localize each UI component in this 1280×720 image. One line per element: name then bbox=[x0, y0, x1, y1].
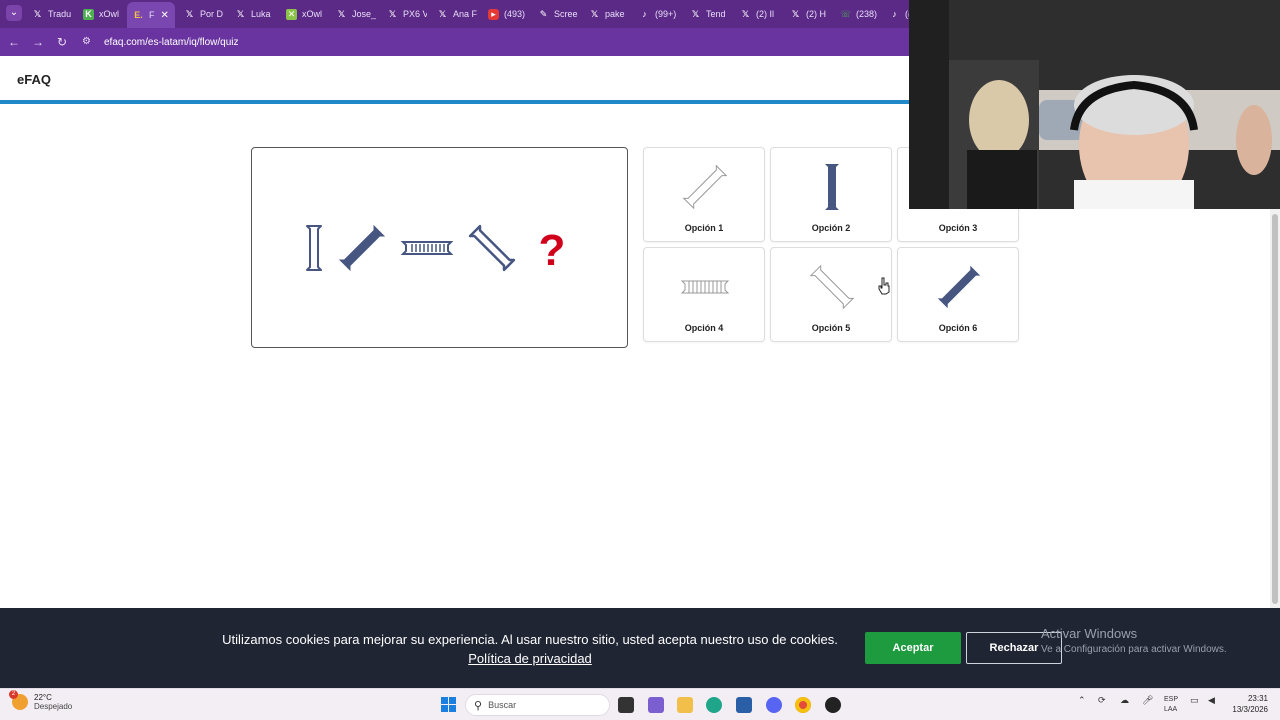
tab[interactable]: 𝕏 Tend bbox=[690, 4, 730, 24]
privacy-policy-link[interactable]: Política de privacidad bbox=[468, 651, 592, 666]
tab[interactable]: 𝕏 PX6 V bbox=[387, 4, 427, 24]
x-icon: 𝕏 bbox=[388, 8, 397, 19]
close-tab-icon[interactable]: ✕ bbox=[161, 10, 169, 21]
option-2-label: Opción 2 bbox=[811, 223, 851, 233]
tab[interactable]: KxOwl bbox=[83, 4, 123, 24]
site-settings-icon[interactable]: ⚙ bbox=[82, 35, 96, 49]
accept-cookies-button[interactable]: Aceptar bbox=[865, 632, 961, 664]
xowl-icon: K bbox=[83, 8, 94, 20]
x-icon: 𝕏 bbox=[590, 8, 599, 19]
x-icon: 𝕏 bbox=[33, 8, 42, 19]
tab-search-icon[interactable]: ⌄ bbox=[6, 5, 22, 21]
x-icon: 𝕏 bbox=[236, 8, 245, 19]
x-icon: 𝕏 bbox=[691, 8, 700, 19]
option-4[interactable]: Opción 4 bbox=[643, 247, 765, 342]
sequence-shape-1 bbox=[306, 225, 322, 271]
weather-sun-icon: 2 bbox=[9, 690, 28, 710]
tray-sync-icon[interactable]: ⟳ bbox=[1098, 695, 1106, 706]
whatsapp-icon: ☏ bbox=[840, 8, 852, 19]
taskbar-search-input[interactable]: ⚲ Buscar bbox=[465, 694, 610, 716]
search-icon: ⚲ bbox=[474, 699, 483, 712]
option-1[interactable]: Opción 1 bbox=[643, 147, 765, 242]
scrollbar-thumb[interactable] bbox=[1272, 214, 1278, 604]
question-mark: ? bbox=[539, 226, 566, 275]
forward-arrow-icon[interactable]: → bbox=[30, 34, 46, 50]
windows-taskbar: 2 22°C Despejado ⚲ Buscar ⌃ ⟳ ☁ 🎤︎ ESP L… bbox=[0, 688, 1280, 720]
tab[interactable]: 𝕏 Ana F bbox=[437, 4, 477, 24]
efaq-icon: E. bbox=[134, 9, 143, 20]
option-1-label: Opción 1 bbox=[684, 223, 724, 233]
task-view-icon[interactable] bbox=[618, 697, 634, 713]
tab[interactable]: 𝕏pake bbox=[589, 4, 629, 24]
windows-activation-watermark: Activar Windows Ve a Configuración para … bbox=[1041, 626, 1227, 655]
tab[interactable]: ♪(( bbox=[889, 4, 909, 24]
sequence-shape-3 bbox=[400, 241, 454, 255]
tray-network-icon[interactable]: ▭ bbox=[1190, 695, 1199, 706]
tiktok-icon: ♪ bbox=[892, 8, 897, 19]
x-icon: 𝕏 bbox=[337, 8, 346, 19]
tab[interactable]: 𝕏 Luka bbox=[235, 4, 275, 24]
tab[interactable]: ☏ (238) bbox=[840, 4, 880, 24]
back-arrow-icon[interactable]: ← bbox=[6, 34, 22, 50]
tab-active[interactable]: E. F ✕ bbox=[127, 2, 175, 28]
sequence-figure: ? bbox=[306, 224, 566, 275]
site-logo[interactable]: eFAQ bbox=[17, 72, 51, 87]
tab[interactable]: 𝕏 Tradu bbox=[32, 4, 72, 24]
x-icon: 𝕏 bbox=[185, 8, 194, 19]
option-6-shape bbox=[937, 265, 981, 309]
language-indicator[interactable]: ESP LAA bbox=[1164, 695, 1178, 715]
option-5-shape bbox=[809, 264, 855, 310]
option-2-shape bbox=[825, 164, 839, 210]
tab[interactable]: ✕ xOwl bbox=[286, 4, 326, 24]
option-3-label: Opción 3 bbox=[938, 223, 978, 233]
hand-cursor-icon bbox=[878, 277, 890, 295]
x-icon: 𝕏 bbox=[741, 8, 750, 19]
tiktok-icon: ♪ bbox=[642, 8, 647, 19]
reload-icon[interactable]: ↻ bbox=[54, 34, 70, 50]
weather-widget[interactable]: 2 22°C Despejado bbox=[9, 690, 72, 711]
option-5-label: Opción 5 bbox=[811, 323, 851, 333]
option-4-label: Opción 4 bbox=[684, 323, 724, 333]
tray-volume-icon[interactable]: ◀ bbox=[1208, 695, 1215, 706]
tab[interactable]: ♪ (99+) bbox=[639, 4, 679, 24]
option-1-shape bbox=[682, 164, 728, 210]
screencast-icon: ✎ bbox=[539, 8, 548, 19]
tab[interactable]: 𝕏 (2) Il bbox=[740, 4, 780, 24]
tab[interactable]: 𝕏 (2) H bbox=[790, 4, 830, 24]
webcam-overlay bbox=[909, 0, 1280, 209]
tab[interactable]: 𝕏 Jose_ bbox=[336, 4, 376, 24]
weather-badge: 2 bbox=[9, 690, 18, 699]
tray-cloud-icon[interactable]: ☁ bbox=[1120, 695, 1129, 706]
youtube-icon: ▸ bbox=[488, 8, 499, 20]
file-explorer-icon[interactable] bbox=[677, 697, 693, 713]
tab[interactable]: ✎ Scree bbox=[538, 4, 578, 24]
cookie-message: Utilizamos cookies para mejorar su exper… bbox=[222, 632, 838, 666]
option-4-shape bbox=[680, 280, 730, 294]
option-2[interactable]: Opción 2 bbox=[770, 147, 892, 242]
edge-icon[interactable] bbox=[706, 697, 722, 713]
tray-chevron-icon[interactable]: ⌃ bbox=[1078, 695, 1086, 706]
url-field[interactable]: ⚙ efaq.com/es-latam/iq/flow/quiz bbox=[82, 32, 239, 52]
discord-icon[interactable] bbox=[766, 697, 782, 713]
option-6-label: Opción 6 bbox=[938, 323, 978, 333]
webcam-video bbox=[909, 0, 1280, 209]
option-6[interactable]: Opción 6 bbox=[897, 247, 1019, 342]
option-5[interactable]: Opción 5 bbox=[770, 247, 892, 342]
obs-icon[interactable] bbox=[825, 697, 841, 713]
windows-start-icon[interactable] bbox=[441, 697, 456, 712]
chrome-icon[interactable] bbox=[795, 697, 811, 713]
teams-icon[interactable] bbox=[648, 697, 664, 713]
tab[interactable]: 𝕏 Por D bbox=[184, 4, 224, 24]
xowl-icon: ✕ bbox=[286, 8, 297, 20]
sequence-shape-4 bbox=[468, 224, 516, 272]
sequence-shape-2 bbox=[338, 224, 386, 272]
x-icon: 𝕏 bbox=[791, 8, 800, 19]
tab[interactable]: ▸ (493) bbox=[488, 4, 528, 24]
taskbar-clock[interactable]: 23:31 13/3/2026 bbox=[1224, 693, 1268, 715]
tray-mic-icon[interactable]: 🎤︎ bbox=[1142, 695, 1153, 706]
cookie-banner: Utilizamos cookies para mejorar su exper… bbox=[0, 608, 1280, 688]
store-icon[interactable] bbox=[736, 697, 752, 713]
x-icon: 𝕏 bbox=[438, 8, 447, 19]
question-sequence-box: ? bbox=[251, 147, 628, 348]
